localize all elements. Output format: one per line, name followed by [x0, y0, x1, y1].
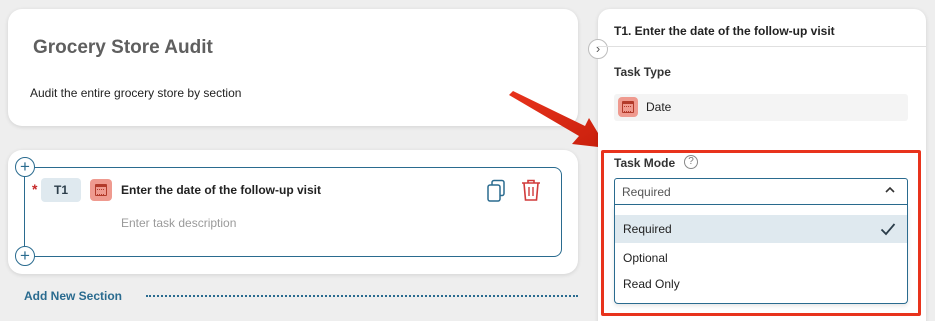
add-task-above-icon[interactable]: +	[15, 157, 35, 177]
chevron-up-icon[interactable]	[883, 183, 897, 197]
audit-title[interactable]: Grocery Store Audit	[33, 37, 213, 59]
required-indicator: *	[32, 181, 38, 197]
copy-icon[interactable]	[486, 179, 506, 203]
task-mode-select-value[interactable]: Required	[622, 185, 671, 199]
panel-title: T1. Enter the date of the follow-up visi…	[614, 24, 835, 38]
chevron-right-icon[interactable]: ›	[588, 39, 608, 59]
task-mode-option-required[interactable]: Required	[615, 215, 907, 243]
annotation-arrow-icon	[509, 91, 607, 148]
task-description-input[interactable]: Enter task description	[121, 216, 236, 230]
task-type-value: Date	[646, 100, 672, 114]
add-section-divider	[146, 295, 578, 297]
add-task-below-icon[interactable]: +	[15, 246, 35, 266]
task-tag: T1	[41, 178, 81, 202]
task-title[interactable]: Enter the date of the follow-up visit	[121, 183, 321, 197]
task-mode-label: Task Mode	[614, 156, 676, 170]
task-type-label: Task Type	[614, 65, 671, 79]
audit-header-card: Grocery Store Audit Audit the entire gro…	[8, 9, 578, 126]
trash-icon[interactable]	[520, 178, 542, 202]
panel-divider	[598, 46, 926, 47]
help-icon[interactable]: ?	[684, 155, 698, 169]
audit-description[interactable]: Audit the entire grocery store by sectio…	[30, 86, 241, 100]
calendar-icon	[618, 97, 638, 117]
checkmark-icon	[880, 223, 896, 236]
task-mode-option-optional[interactable]: Optional	[615, 244, 907, 272]
task-mode-option-read-only[interactable]: Read Only	[615, 270, 907, 298]
calendar-icon	[90, 179, 112, 201]
add-new-section-link[interactable]: Add New Section	[24, 289, 122, 303]
